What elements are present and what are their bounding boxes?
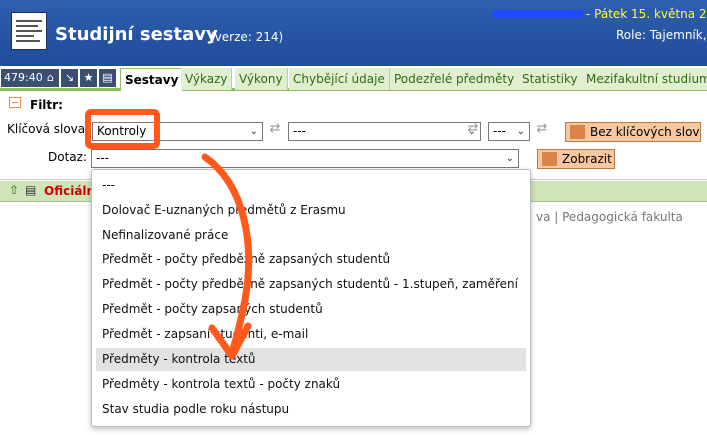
printer-icon[interactable]: ▤ xyxy=(25,183,36,197)
printer-icon[interactable]: ▤ xyxy=(99,69,116,87)
filter-title: Filtr: xyxy=(30,98,63,112)
redacted-user-name xyxy=(492,10,584,18)
keyword-select-3[interactable]: --- ⌄ xyxy=(488,122,530,141)
chevron-down-icon: ⌄ xyxy=(516,126,525,137)
collapse-icon[interactable] xyxy=(9,97,21,108)
tab-vykazy[interactable]: Výkazy xyxy=(181,68,233,90)
date-label: - Pátek 15. května 20 xyxy=(586,7,707,21)
arrow-up-icon[interactable]: ⇧ xyxy=(9,183,19,197)
query-select-value: --- xyxy=(96,151,109,165)
list-item[interactable]: --- xyxy=(96,174,526,197)
swap-icon[interactable]: ⇄ xyxy=(268,121,282,136)
chevron-down-icon: ⌄ xyxy=(249,126,258,137)
keyword-label: Klíčová slova: xyxy=(7,122,90,136)
list-item[interactable]: Předmět - počty zapsaných studentů xyxy=(96,298,526,321)
list-item[interactable]: Nefinalizované práce xyxy=(96,224,526,247)
list-item-highlighted[interactable]: Předměty - kontrola textů xyxy=(96,348,526,371)
keyword-select-3-value: --- xyxy=(493,124,506,138)
role-label: Role: Tajemník, xyxy=(616,28,707,42)
query-select[interactable]: --- ⌄ xyxy=(91,149,519,168)
show-button-label: Zobrazit xyxy=(562,152,612,166)
home-icon[interactable]: ⌂ xyxy=(42,69,59,87)
tab-mezifakultni-studium[interactable]: Mezifakultní studium xyxy=(582,68,707,90)
list-item[interactable]: Předmět - počty předběžně zapsaných stud… xyxy=(96,248,526,271)
tab-chybejici-udaje[interactable]: Chybějící údaje xyxy=(289,68,390,90)
eraser-icon xyxy=(570,125,585,139)
query-label: Dotaz: xyxy=(48,150,87,164)
swap-icon[interactable]: ⇄ xyxy=(466,121,480,136)
list-item[interactable]: Předměty - kontrola textů - počty znaků xyxy=(96,373,526,396)
tab-vykony[interactable]: Výkony xyxy=(235,68,288,90)
main-tab-bar: 479:40 ⌂ ↘ ★ ▤ Sestavy Výkazy Výkony Chy… xyxy=(0,66,707,91)
tab-podezrele-predmety[interactable]: Podezřelé předměty xyxy=(390,68,520,90)
faculty-label: va | Pedagogická fakulta xyxy=(536,210,683,224)
no-keywords-button-label: Bez klíčových slov xyxy=(590,125,700,139)
tab-sestavy[interactable]: Sestavy xyxy=(120,68,184,91)
list-item[interactable]: Předmět - počty předběžně zapsaných stud… xyxy=(96,273,526,296)
session-counter: 479:40 xyxy=(1,69,46,87)
swap-icon[interactable]: ⇄ xyxy=(535,121,549,136)
version-label: (verze: 214) xyxy=(210,30,284,44)
show-button[interactable]: Zobrazit xyxy=(537,149,615,169)
chevron-down-icon: ⌄ xyxy=(505,153,514,164)
keyword-select-1-value: Kontroly xyxy=(97,124,147,138)
app-logo xyxy=(11,12,47,50)
keyword-select-2-value: --- xyxy=(293,124,306,138)
keyword-select-1[interactable]: Kontroly ⌄ xyxy=(92,122,263,141)
arrow-down-right-icon[interactable]: ↘ xyxy=(61,69,78,87)
list-item[interactable]: Předmět - zapsaní studenti, e-mail xyxy=(96,323,526,346)
keyword-select-2[interactable]: --- ⌄ xyxy=(288,122,481,141)
list-item[interactable]: Dolovač E-uznaných předmětů z Erasmu xyxy=(96,199,526,222)
list-item[interactable]: Stav studia podle roku nástupu xyxy=(96,398,526,421)
query-dropdown-list: --- Dolovač E-uznaných předmětů z Erasmu… xyxy=(91,169,531,427)
tab-statistiky[interactable]: Statistiky xyxy=(518,68,583,90)
no-keywords-button[interactable]: Bez klíčových slov xyxy=(565,122,701,142)
app-header: Studijní sestavy (verze: 214) - Pátek 15… xyxy=(0,0,707,66)
star-icon[interactable]: ★ xyxy=(80,69,97,87)
filter-panel: Filtr: Klíčová slova: Dotaz: Kontroly ⌄ … xyxy=(0,93,707,180)
search-icon xyxy=(542,152,557,166)
page-title: Studijní sestavy xyxy=(55,24,218,45)
